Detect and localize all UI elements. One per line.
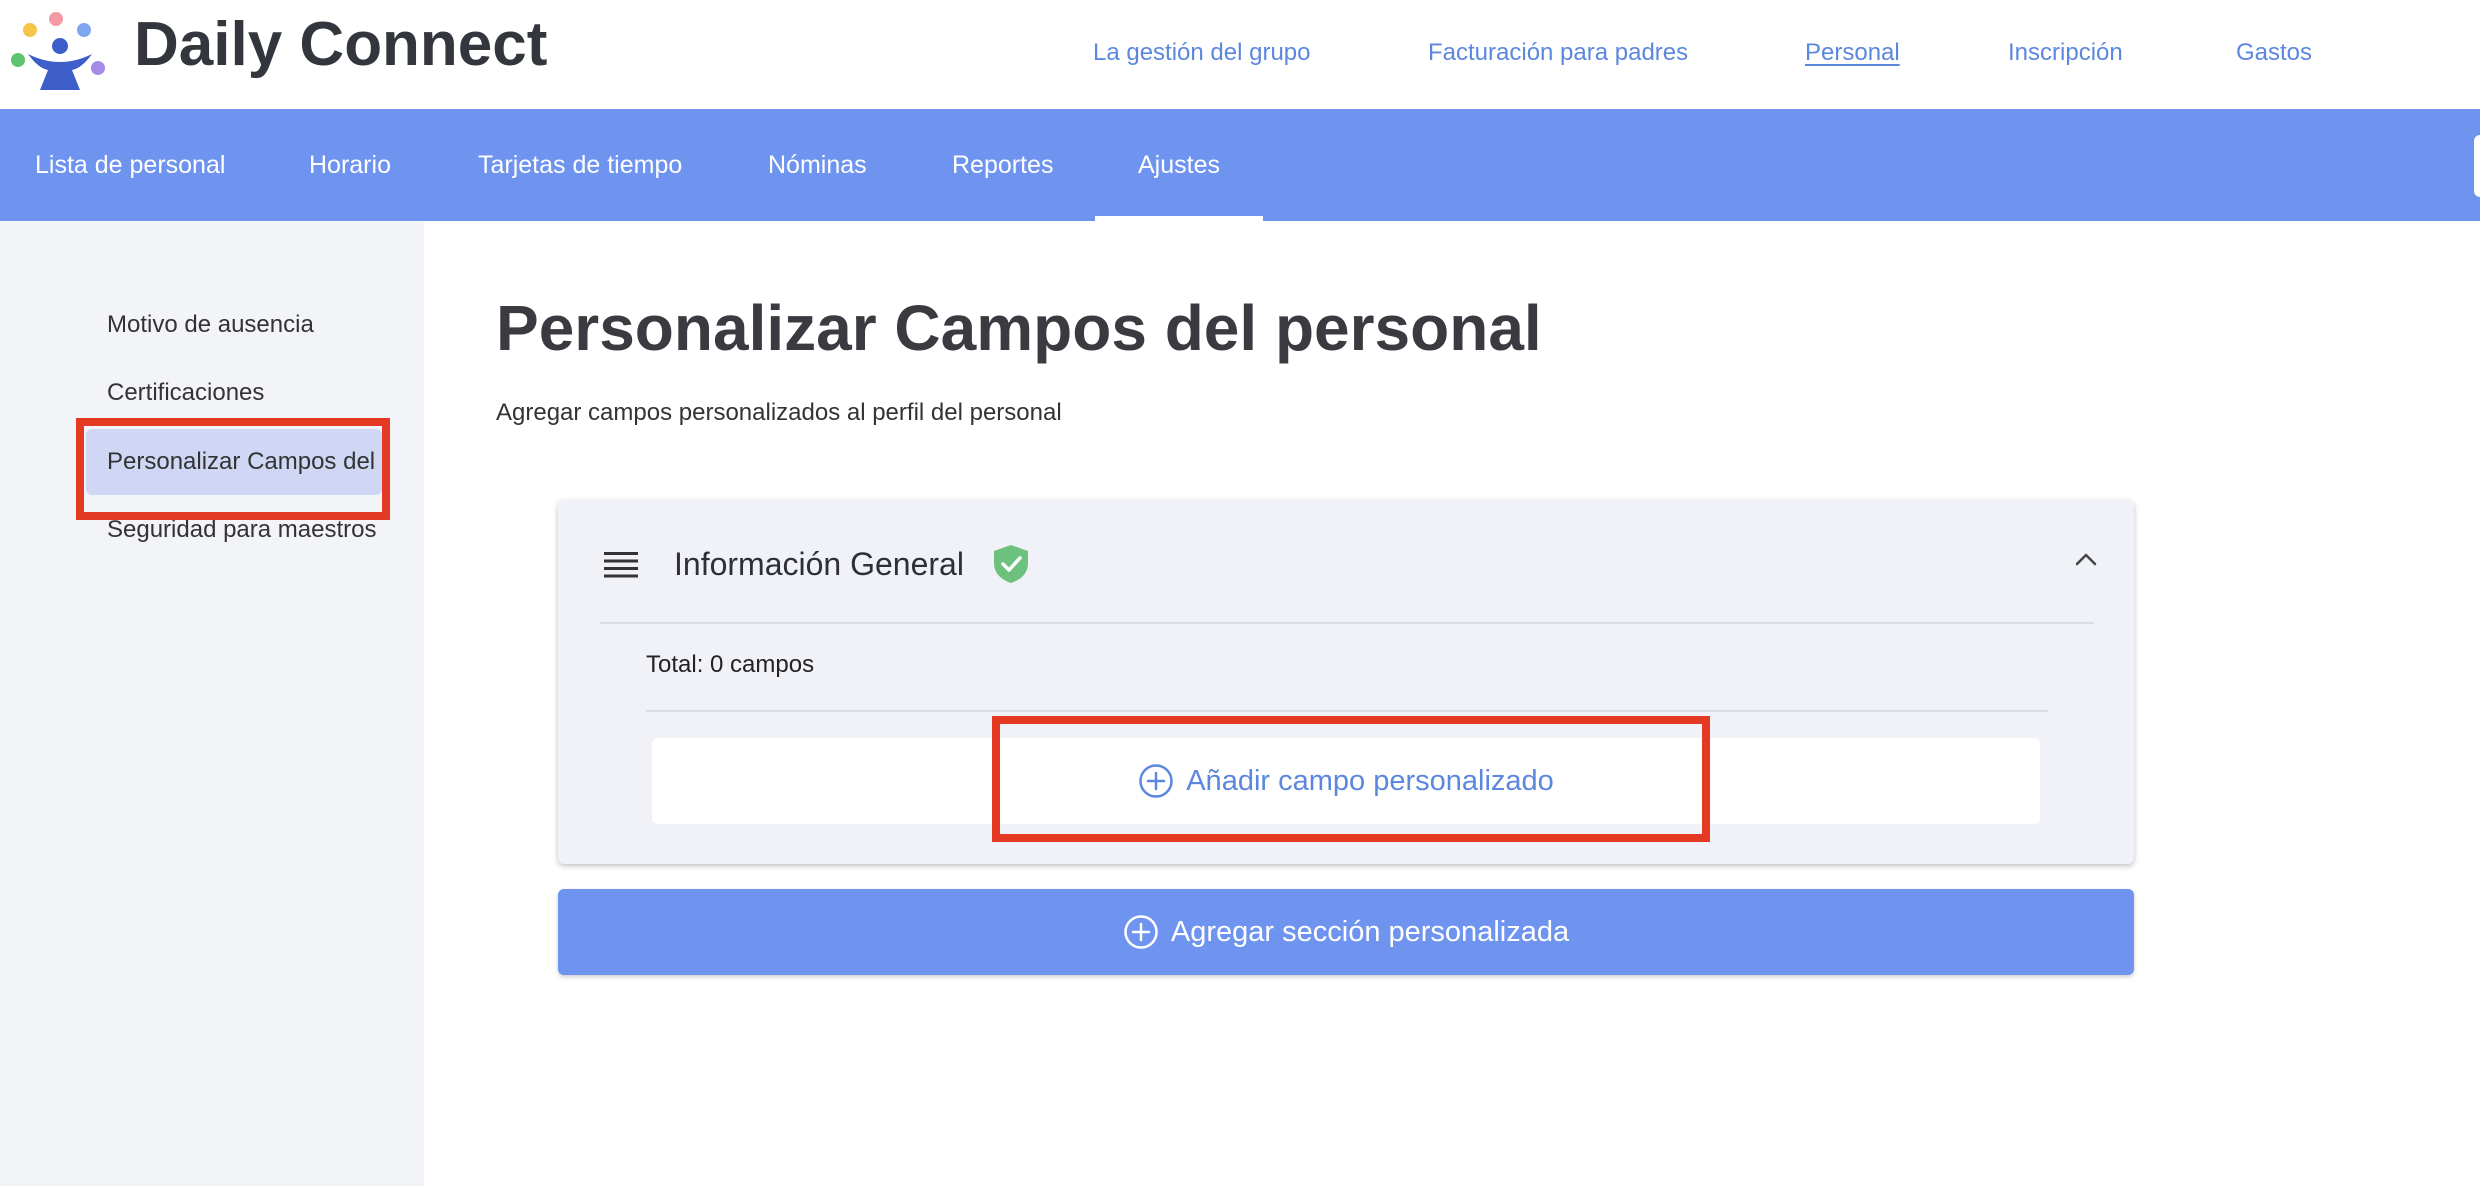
daily-connect-logo-icon[interactable] — [10, 8, 110, 90]
sidebar-item-absence-reason[interactable]: Motivo de ausencia — [86, 292, 382, 358]
page-subtitle: Agregar campos personalizados al perfil … — [496, 399, 1062, 426]
add-custom-section-label: Agregar sección personalizada — [1170, 915, 1570, 948]
sub-nav-edge-button[interactable] — [2474, 135, 2480, 197]
fields-divider — [646, 710, 2048, 712]
sub-nav-time-cards[interactable]: Tarjetas de tiempo — [478, 109, 682, 221]
top-nav-expenses[interactable]: Gastos — [2236, 36, 2312, 70]
sub-nav-staff-list[interactable]: Lista de personal — [35, 109, 225, 221]
sub-nav-schedule[interactable]: Horario — [309, 109, 391, 221]
staff-sub-nav: Lista de personal Horario Tarjetas de ti… — [0, 109, 2480, 221]
drag-handle-icon[interactable] — [604, 552, 638, 578]
brand-name: Daily Connect — [134, 10, 548, 79]
top-nav-enrollment[interactable]: Inscripción — [2008, 36, 2123, 70]
top-header: Daily Connect La gestión del grupo Factu… — [0, 0, 2480, 109]
page-title: Personalizar Campos del personal — [496, 292, 1542, 364]
sub-nav-reports[interactable]: Reportes — [952, 109, 1053, 221]
add-custom-section-button[interactable]: Agregar sección personalizada — [558, 889, 2134, 975]
top-nav-group-management[interactable]: La gestión del grupo — [1093, 36, 1311, 70]
chevron-up-icon[interactable] — [2072, 546, 2100, 574]
top-nav-staff[interactable]: Personal — [1805, 36, 1900, 70]
section-title: Información General — [674, 546, 964, 582]
sidebar-item-certifications[interactable]: Certificaciones — [86, 360, 382, 426]
section-divider — [600, 622, 2094, 624]
shield-check-icon — [994, 545, 1028, 583]
plus-circle-icon — [1124, 915, 1158, 949]
fields-total: Total: 0 campos — [646, 651, 815, 678]
add-field-highlight-box — [992, 716, 1710, 842]
sidebar-highlight-box — [76, 418, 390, 520]
sub-nav-payroll[interactable]: Nóminas — [768, 109, 867, 221]
top-nav-parent-billing[interactable]: Facturación para padres — [1428, 36, 1688, 70]
settings-sidebar: Motivo de ausencia Certificaciones Perso… — [0, 221, 424, 1186]
sub-nav-settings[interactable]: Ajustes — [1095, 109, 1263, 221]
